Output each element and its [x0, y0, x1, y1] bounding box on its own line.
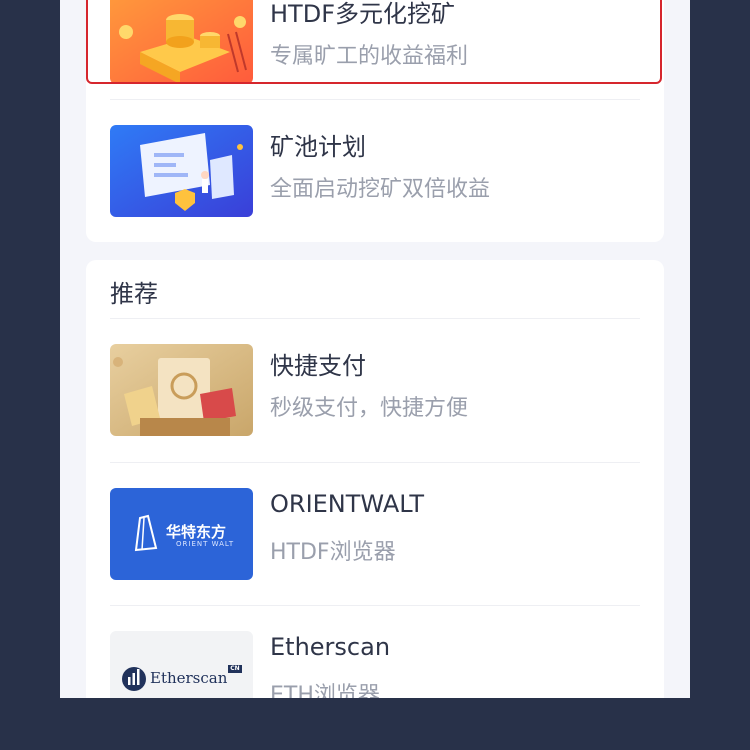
item-title: 快捷支付: [270, 352, 366, 380]
orientwalt-logo-icon: 华特东方 ORIENT WALT: [110, 488, 253, 580]
item-subtitle: HTDF浏览器: [270, 540, 396, 565]
item-subtitle: 专属旷工的收益福利: [270, 44, 469, 69]
list-item-orientwalt[interactable]: 华特东方 ORIENT WALT ORIENTWALT HTDF浏览器: [110, 488, 640, 580]
item-subtitle: ETH浏览器: [270, 683, 380, 698]
etherscan-logo-icon: Etherscan CN: [110, 631, 253, 698]
section-title: 推荐: [110, 280, 158, 308]
list-item-mining-pool[interactable]: 矿池计划 全面启动挖矿双倍收益: [110, 125, 640, 217]
mining-card: HTDF多元化挖矿 专属旷工的收益福利 矿池计划 全面启动挖矿双倍收益: [86, 0, 664, 242]
orientwalt-logo-text: 华特东方: [166, 523, 227, 541]
divider: [110, 462, 640, 463]
app-screen: HTDF多元化挖矿 专属旷工的收益福利 矿池计划 全面启动挖矿双倍收益 推荐 快…: [60, 0, 690, 698]
list-item-quick-pay[interactable]: 快捷支付 秒级支付，快捷方便: [110, 344, 640, 436]
orientwalt-logo-subtext: ORIENT WALT: [176, 540, 235, 548]
etherscan-logo-text: Etherscan: [150, 669, 228, 687]
item-subtitle: 秒级支付，快捷方便: [270, 396, 469, 421]
item-title: 矿池计划: [270, 133, 366, 161]
divider: [110, 99, 640, 100]
gold-coins-illustration-icon: [110, 0, 253, 84]
payment-cards-illustration-icon: [110, 344, 253, 436]
divider: [110, 605, 640, 606]
list-item-etherscan[interactable]: Etherscan CN Etherscan ETH浏览器: [110, 631, 640, 698]
etherscan-cn-badge: CN: [230, 665, 240, 672]
item-title: HTDF多元化挖矿: [270, 0, 455, 28]
divider: [110, 318, 640, 319]
item-title: ORIENTWALT: [270, 490, 424, 518]
item-title: Etherscan: [270, 633, 391, 661]
list-item-htdf-mining[interactable]: HTDF多元化挖矿 专属旷工的收益福利: [110, 0, 640, 84]
recommend-card: 推荐 快捷支付 秒级支付，快捷方便 华特东方 ORIENT WALT ORIEN…: [86, 260, 664, 698]
item-subtitle: 全面启动挖矿双倍收益: [270, 177, 491, 202]
mining-pool-illustration-icon: [110, 125, 253, 217]
